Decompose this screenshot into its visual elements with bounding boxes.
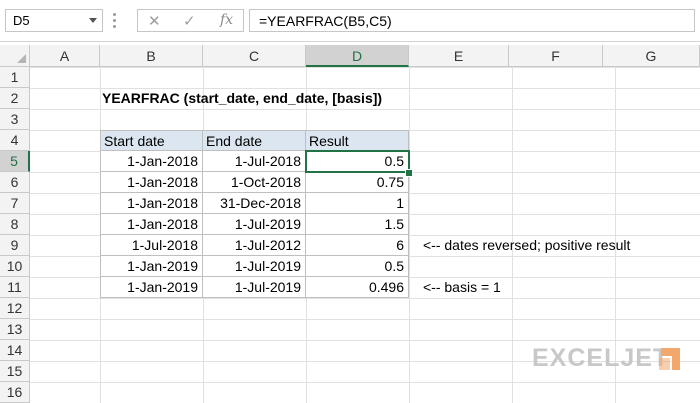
row-header-11[interactable]: 11: [0, 277, 30, 298]
row-header-15[interactable]: 15: [0, 361, 30, 382]
note-basis[interactable]: <-- basis = 1: [423, 277, 573, 298]
row-header-6[interactable]: 6: [0, 172, 30, 193]
row-header-1[interactable]: 1: [0, 67, 30, 88]
enter-icon[interactable]: ✓: [183, 12, 196, 30]
row-header-3[interactable]: 3: [0, 109, 30, 130]
row-header-2[interactable]: 2: [0, 88, 30, 109]
row-header-10[interactable]: 10: [0, 256, 30, 277]
exceljet-logo: EXCELJET: [532, 344, 670, 372]
cell-end-date[interactable]: 1-Jul-2012: [203, 235, 306, 256]
column-header-b[interactable]: B: [100, 45, 203, 67]
sheet-title[interactable]: YEARFRAC (start_date, end_date, [basis]): [102, 88, 422, 109]
cell-start-date[interactable]: 1-Jan-2018: [100, 214, 203, 235]
formula-buttons: ✕ ✓ fx: [137, 9, 244, 32]
cell-end-date[interactable]: 1-Jul-2019: [203, 214, 306, 235]
column-header-e[interactable]: E: [409, 45, 509, 67]
cell-result[interactable]: 1.5: [306, 214, 409, 235]
cell-end-date[interactable]: 1-Jul-2018: [203, 151, 306, 172]
formula-text: =YEARFRAC(B5,C5): [259, 13, 392, 29]
row-header-12[interactable]: 12: [0, 298, 30, 319]
cell-start-date[interactable]: 1-Jan-2018: [100, 151, 203, 172]
cell-start-date[interactable]: 1-Jan-2018: [100, 193, 203, 214]
cell-result[interactable]: 1: [306, 193, 409, 214]
note-dates-reversed[interactable]: <-- dates reversed; positive result: [423, 235, 693, 256]
cell-end-date[interactable]: 1-Jul-2019: [203, 256, 306, 277]
column-header-a[interactable]: A: [30, 45, 100, 67]
header-end-date[interactable]: End date: [203, 130, 306, 151]
row-header-14[interactable]: 14: [0, 340, 30, 361]
row-header-5[interactable]: 5: [0, 151, 30, 172]
cancel-icon[interactable]: ✕: [148, 12, 161, 30]
column-header-f[interactable]: F: [509, 45, 603, 67]
cell-result[interactable]: 6: [306, 235, 409, 256]
row-header-4[interactable]: 4: [0, 130, 30, 151]
name-box[interactable]: D5: [5, 9, 103, 32]
row-header-8[interactable]: 8: [0, 214, 30, 235]
row-header-9[interactable]: 9: [0, 235, 30, 256]
chevron-down-icon[interactable]: [89, 18, 97, 23]
exceljet-logo-icon: [659, 348, 680, 370]
formula-input[interactable]: =YEARFRAC(B5,C5): [249, 9, 695, 32]
column-header-g[interactable]: G: [603, 45, 700, 67]
drag-handle-icon[interactable]: [113, 13, 117, 29]
fill-handle[interactable]: [405, 169, 413, 177]
header-start-date[interactable]: Start date: [100, 130, 203, 151]
cell-end-date[interactable]: 1-Oct-2018: [203, 172, 306, 193]
row-header-7[interactable]: 7: [0, 193, 30, 214]
cell-result[interactable]: 0.496: [306, 277, 409, 298]
cell-start-date[interactable]: 1-Jul-2018: [100, 235, 203, 256]
formula-bar: D5 ✕ ✓ fx =YEARFRAC(B5,C5): [0, 0, 700, 42]
name-box-value: D5: [13, 13, 30, 28]
column-header-c[interactable]: C: [203, 45, 306, 67]
column-header-d[interactable]: D: [306, 45, 409, 67]
cell-end-date[interactable]: 31-Dec-2018: [203, 193, 306, 214]
cell-result[interactable]: 0.75: [306, 172, 409, 193]
cell-start-date[interactable]: 1-Jan-2019: [100, 277, 203, 298]
active-cell-selection: [305, 150, 410, 173]
insert-function-icon[interactable]: fx: [220, 12, 233, 28]
cell-start-date[interactable]: 1-Jan-2018: [100, 172, 203, 193]
select-all-button[interactable]: [0, 45, 30, 67]
cell-end-date[interactable]: 1-Jul-2019: [203, 277, 306, 298]
header-result[interactable]: Result: [306, 130, 409, 151]
cell-result[interactable]: 0.5: [306, 256, 409, 277]
row-header-13[interactable]: 13: [0, 319, 30, 340]
cell-start-date[interactable]: 1-Jan-2019: [100, 256, 203, 277]
